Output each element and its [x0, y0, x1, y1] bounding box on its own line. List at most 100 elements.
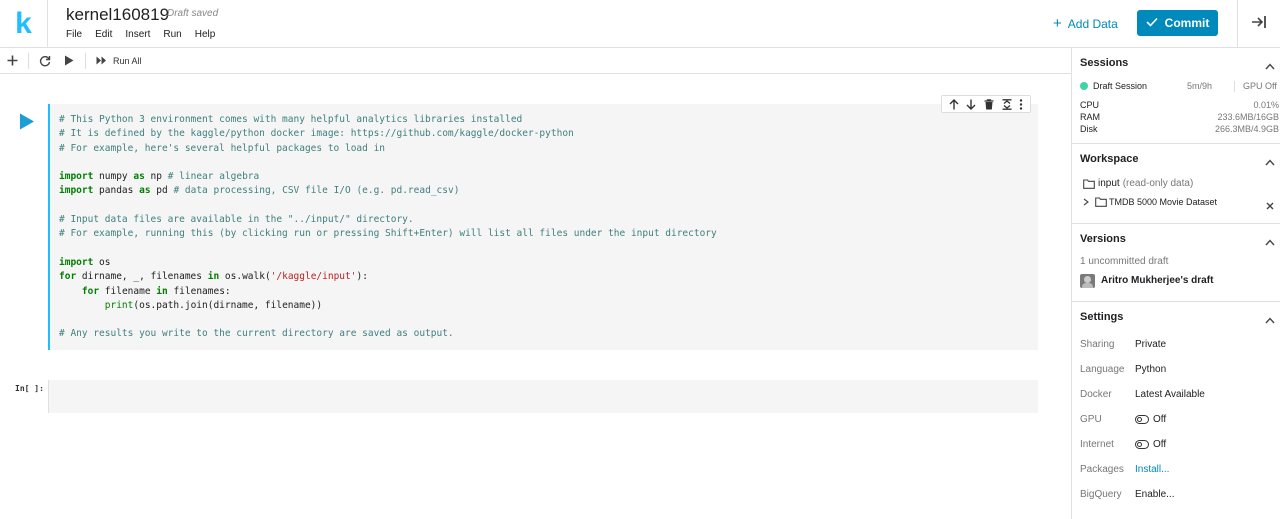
add-cell-button[interactable] — [0, 48, 24, 74]
language-value[interactable]: Python — [1135, 364, 1166, 375]
notebook-toolbar: Run All — [0, 48, 1071, 74]
gpu-label: GPU — [1080, 414, 1102, 425]
commit-button[interactable]: Commit — [1137, 10, 1218, 36]
notebook-area: # This Python 3 environment comes with m… — [0, 75, 1071, 519]
code-token: import — [59, 171, 94, 183]
toggle-icon — [1135, 440, 1149, 449]
gpu-toggle[interactable]: Off — [1135, 414, 1166, 425]
toolbar-divider — [28, 52, 29, 69]
sharing-value[interactable]: Private — [1135, 339, 1166, 350]
divider — [1234, 81, 1235, 92]
packages-install-link[interactable]: Install... — [1135, 464, 1169, 475]
session-status-dot — [1080, 82, 1088, 90]
ram-value: 233.6MB/16GB — [1217, 112, 1279, 122]
move-up-button[interactable] — [949, 98, 959, 110]
folder-icon — [1083, 178, 1095, 189]
menu-edit[interactable]: Edit — [95, 29, 112, 40]
commit-label: Commit — [1164, 16, 1210, 30]
menu-file[interactable]: File — [66, 29, 82, 40]
kaggle-logo[interactable]: k — [0, 0, 48, 48]
code-token: # linear algebra — [167, 171, 260, 183]
settings-title: Settings — [1080, 311, 1124, 323]
chevron-up-icon[interactable] — [1265, 311, 1275, 329]
workspace-section: Workspace input (read-only data) TMDB 50… — [1072, 144, 1280, 224]
internet-toggle[interactable]: Off — [1135, 439, 1166, 450]
chevron-up-icon[interactable] — [1265, 153, 1275, 171]
bigquery-label: BigQuery — [1080, 489, 1122, 500]
code-line: # It is defined by the kaggle/python doc… — [59, 127, 717, 141]
code-token: os.walk( — [219, 271, 271, 283]
code-token: for — [81, 285, 100, 297]
collapse-cell-button[interactable] — [1002, 98, 1012, 110]
session-name: Draft Session — [1093, 81, 1148, 91]
docker-label: Docker — [1080, 389, 1112, 400]
run-cell-button[interactable] — [57, 48, 81, 74]
code-token: # Any results you write to the current d… — [59, 328, 454, 340]
code-token: np — [144, 171, 168, 183]
sessions-section: Sessions Draft Session 5m/9h GPU Off CPU… — [1072, 48, 1280, 144]
refresh-icon — [39, 55, 51, 66]
code-token: # It is defined by the kaggle/python doc… — [59, 128, 574, 140]
code-line: for filename in filenames: — [59, 285, 717, 299]
code-token: # For example, running this (by clicking… — [59, 228, 717, 240]
code-token: # For example, here's several helpful pa… — [59, 142, 386, 154]
notebook-title[interactable]: kernel160819 — [66, 5, 169, 25]
session-time: 5m/9h — [1187, 81, 1213, 91]
move-down-button[interactable] — [966, 99, 976, 110]
remove-dataset-button[interactable] — [1266, 197, 1274, 215]
docker-value[interactable]: Latest Available — [1135, 389, 1205, 400]
code-token: # This Python 3 environment comes with m… — [59, 114, 523, 125]
packages-label: Packages — [1080, 464, 1124, 475]
run-cell-icon-button[interactable] — [19, 113, 35, 135]
play-icon — [65, 55, 74, 66]
more-options-button[interactable] — [1019, 98, 1023, 110]
add-data-button[interactable]: + Add Data — [1053, 16, 1118, 31]
restart-button[interactable] — [33, 48, 57, 74]
code-token: for — [59, 271, 77, 283]
chevron-right-icon[interactable] — [1083, 198, 1089, 206]
menu-run[interactable]: Run — [163, 29, 181, 40]
chevron-up-icon[interactable] — [1265, 57, 1275, 75]
more-vertical-icon — [1019, 98, 1023, 110]
input-folder-label: input — [1098, 178, 1120, 189]
code-token: pandas — [93, 185, 140, 197]
code-line: import numpy as np # linear algebra — [59, 170, 717, 184]
uncommitted-count: 1 uncommitted draft — [1080, 256, 1169, 267]
code-token: in — [156, 285, 168, 297]
code-cell[interactable]: # This Python 3 environment comes with m… — [48, 104, 1038, 350]
menu-bar: File Edit Insert Run Help — [66, 29, 228, 40]
menu-insert[interactable]: Insert — [125, 29, 150, 40]
internet-value: Off — [1153, 439, 1167, 450]
code-token: # Input data files are available in the … — [59, 214, 414, 226]
code-editor[interactable]: # This Python 3 environment comes with m… — [59, 113, 717, 342]
code-token: import — [59, 256, 94, 268]
cpu-value: 0.01% — [1253, 100, 1279, 110]
delete-cell-button[interactable] — [984, 98, 994, 110]
play-icon — [20, 113, 34, 130]
check-icon — [1146, 16, 1158, 30]
bigquery-enable-link[interactable]: Enable... — [1135, 489, 1174, 500]
collapse-sidebar-button[interactable] — [1237, 0, 1280, 48]
run-all-label: Run All — [113, 55, 142, 66]
ram-label: RAM — [1080, 112, 1100, 122]
code-token: numpy — [93, 171, 134, 183]
menu-help[interactable]: Help — [195, 29, 216, 40]
draft-owner[interactable]: Aritro Mukherjee's draft — [1101, 275, 1213, 286]
code-token: filename — [99, 285, 157, 297]
language-label: Language — [1080, 364, 1125, 375]
empty-code-cell[interactable] — [48, 380, 1038, 413]
input-folder[interactable]: input (read-only data) — [1083, 178, 1193, 189]
chevron-up-icon[interactable] — [1265, 233, 1275, 251]
dataset-item[interactable]: TMDB 5000 Movie Dataset — [1083, 197, 1217, 207]
code-token: import — [59, 185, 94, 197]
gpu-status: GPU Off — [1243, 81, 1277, 91]
code-line: for dirname, _, filenames in os.walk('/k… — [59, 270, 717, 284]
run-all-button[interactable]: Run All — [96, 56, 142, 66]
versions-title: Versions — [1080, 233, 1126, 245]
trash-icon — [984, 98, 994, 109]
versions-section: Versions 1 uncommitted draft Aritro Mukh… — [1072, 224, 1280, 302]
